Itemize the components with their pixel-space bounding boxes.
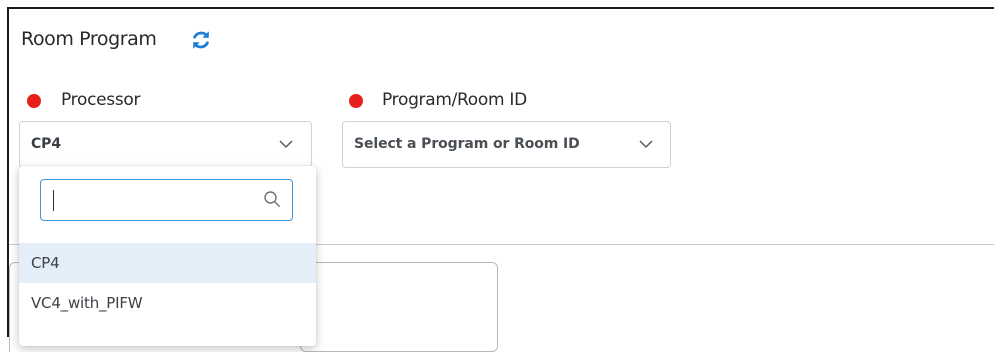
program-placeholder: Select a Program or Room ID bbox=[354, 136, 580, 152]
option-label: CP4 bbox=[31, 254, 60, 272]
processor-search[interactable] bbox=[40, 179, 293, 221]
required-indicator bbox=[349, 94, 363, 108]
program-room-select[interactable]: Select a Program or Room ID bbox=[342, 121, 671, 168]
processor-select[interactable]: CP4 bbox=[19, 121, 312, 168]
program-label: Program/Room ID bbox=[382, 90, 527, 110]
search-icon bbox=[264, 191, 280, 207]
refresh-icon[interactable] bbox=[190, 29, 212, 51]
processor-label: Processor bbox=[61, 90, 141, 110]
section-title: Room Program bbox=[21, 28, 157, 50]
processor-search-input[interactable] bbox=[49, 188, 263, 214]
text-caret bbox=[53, 190, 54, 211]
processor-dropdown: CP4 VC4_with_PIFW bbox=[19, 166, 316, 346]
required-indicator bbox=[27, 94, 41, 108]
chevron-down-icon bbox=[639, 140, 653, 149]
divider bbox=[316, 244, 994, 245]
content-card bbox=[300, 262, 498, 352]
option-label: VC4_with_PIFW bbox=[31, 294, 143, 312]
dropdown-option[interactable]: CP4 bbox=[19, 243, 316, 283]
dropdown-option[interactable]: VC4_with_PIFW bbox=[19, 283, 316, 323]
processor-selected-value: CP4 bbox=[31, 136, 61, 152]
chevron-down-icon bbox=[279, 140, 293, 149]
